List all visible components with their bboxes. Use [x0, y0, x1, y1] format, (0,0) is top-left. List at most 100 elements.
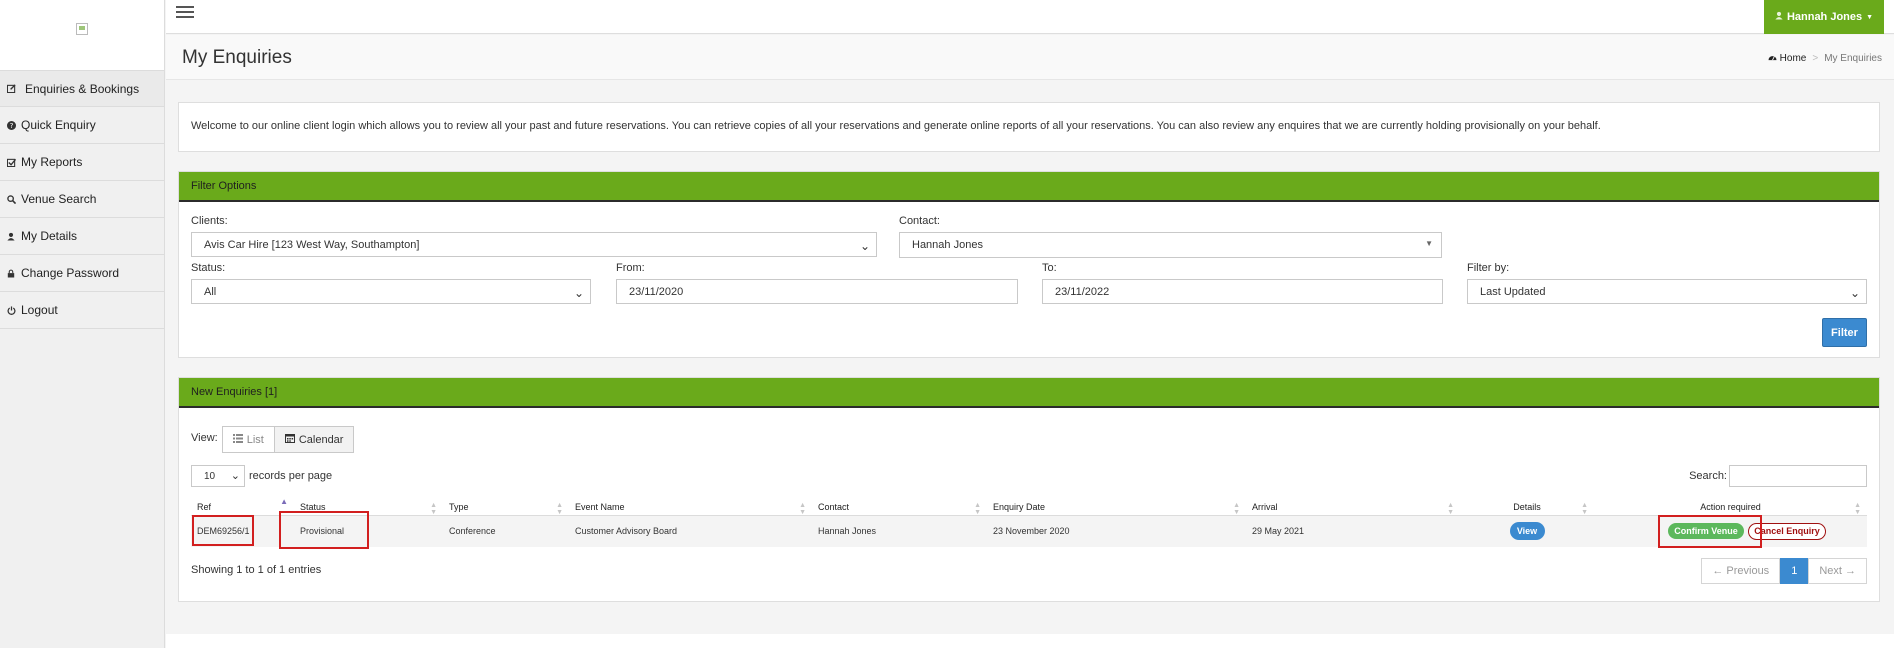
breadcrumb: Home > My Enquiries — [1768, 53, 1882, 64]
records-per-page-label: records per page — [249, 470, 333, 482]
sidebar-item-label: My Details — [21, 229, 78, 243]
question-icon: ? — [3, 120, 19, 130]
list-icon — [232, 433, 243, 446]
search-label: Search: — [1689, 470, 1727, 482]
power-icon — [3, 305, 19, 315]
sidebar-item-enquiries-bookings[interactable]: Enquiries & Bookings — [0, 70, 164, 107]
user-name: Hannah Jones — [1786, 11, 1863, 23]
breadcrumb-separator: > — [1812, 53, 1819, 64]
search-icon — [3, 194, 19, 204]
chevron-down-icon: ⌄ — [230, 470, 240, 482]
page-header: My Enquiries Home > My Enquiries — [166, 35, 1894, 80]
next-page-button[interactable]: Next → — [1808, 558, 1867, 584]
view-label: View: — [191, 431, 218, 444]
menu-toggle-icon[interactable] — [176, 6, 194, 20]
cell-arrival: 29 May 2021 — [1246, 515, 1460, 547]
pagination: ← Previous 1 Next → — [1701, 558, 1867, 584]
filter-button[interactable]: Filter — [1822, 318, 1867, 347]
table-info: Showing 1 to 1 of 1 entries — [191, 564, 322, 576]
filter-panel-title: Filter Options — [179, 172, 1879, 202]
sidebar-item-quick-enquiry[interactable]: ? Quick Enquiry — [0, 107, 164, 144]
sidebar-item-my-reports[interactable]: My Reports — [0, 144, 164, 181]
page-title: My Enquiries — [182, 47, 292, 68]
cell-action-required: Confirm Venue Cancel Enquiry — [1594, 514, 1867, 548]
previous-page-button[interactable]: ← Previous — [1701, 558, 1781, 584]
table-header-row: Ref ▲ Status ▲ ▼ Type ▲ ▼ Event Name ▲ ▼ Contac… — [191, 497, 1867, 516]
footer — [166, 634, 1894, 648]
clients-label: Clients: — [191, 215, 228, 227]
sidebar-item-label: Logout — [21, 303, 58, 317]
column-header-type[interactable]: Type ▲ ▼ — [443, 499, 569, 516]
sort-asc-icon: ▲ — [280, 497, 288, 506]
filter-by-label: Filter by: — [1467, 262, 1510, 274]
highlight-box — [192, 514, 254, 546]
sidebar-item-change-password[interactable]: Change Password — [0, 255, 164, 292]
to-label: To: — [1042, 262, 1057, 274]
sort-icon: ▲ ▼ — [1854, 502, 1861, 516]
contact-select[interactable]: Hannah Jones ▼ — [899, 232, 1442, 258]
to-date-input[interactable]: 23/11/2022 — [1042, 279, 1443, 304]
from-date-input[interactable]: 23/11/2020 — [616, 279, 1018, 304]
sort-icon: ▲ ▼ — [1447, 502, 1454, 516]
check-square-icon — [3, 158, 19, 167]
cell-status: Provisional — [279, 510, 443, 549]
column-header-event-name[interactable]: Event Name ▲ ▼ — [569, 499, 812, 516]
filter-panel: Filter Options Clients: Avis Car Hire [1… — [178, 171, 1880, 358]
sidebar-item-label: Venue Search — [21, 192, 97, 206]
caret-down-icon: ▼ — [1866, 13, 1874, 21]
page-1-button[interactable]: 1 — [1780, 558, 1809, 584]
page-length-select[interactable]: 10 ⌄ — [191, 465, 245, 487]
logo — [0, 0, 164, 70]
welcome-panel: Welcome to our online client login which… — [178, 102, 1880, 152]
view-button[interactable]: View — [1509, 522, 1545, 541]
sort-icon: ▲ ▼ — [430, 502, 437, 516]
broken-image-icon — [76, 23, 88, 35]
page-length-control: 10 ⌄ records per page — [191, 465, 332, 487]
clients-select[interactable]: Avis Car Hire [123 West Way, Southampton… — [191, 232, 877, 257]
user-menu-button[interactable]: Hannah Jones ▼ — [1764, 0, 1884, 34]
sidebar-item-my-details[interactable]: My Details — [0, 218, 164, 255]
lock-icon — [3, 269, 19, 278]
sidebar-item-label: Enquiries & Bookings — [25, 81, 140, 96]
highlight-box — [279, 510, 369, 549]
cell-details: View — [1460, 515, 1594, 547]
cell-contact: Hannah Jones — [812, 515, 987, 547]
column-header-action-required[interactable]: Action required ▲ ▼ — [1594, 499, 1867, 516]
highlight-box — [1658, 514, 1762, 548]
breadcrumb-current: My Enquiries — [1824, 53, 1882, 64]
sidebar-item-logout[interactable]: Logout — [0, 292, 164, 329]
chevron-down-icon: ⌄ — [859, 239, 870, 253]
view-toggle: View: List Calendar — [191, 426, 355, 453]
column-header-details[interactable]: Details ▲ ▼ — [1460, 499, 1594, 516]
view-calendar-button[interactable]: Calendar — [274, 426, 355, 453]
contact-label: Contact: — [899, 215, 940, 227]
table-search: Search: — [1689, 465, 1867, 487]
filter-by-select[interactable]: Last Updated ⌄ — [1467, 279, 1867, 304]
chevron-down-icon: ⌄ — [1849, 286, 1860, 300]
table-row[interactable]: DEM69256/1 Provisional Conference Custom… — [191, 510, 1867, 549]
cell-type: Conference — [443, 515, 569, 547]
column-header-enquiry-date[interactable]: Enquiry Date ▲ ▼ — [987, 499, 1246, 516]
sort-icon: ▲ ▼ — [1581, 502, 1588, 516]
breadcrumb-home[interactable]: Home — [1768, 53, 1806, 64]
calendar-icon — [284, 433, 295, 446]
welcome-text: Welcome to our online client login which… — [191, 120, 1601, 132]
chevron-down-icon: ⌄ — [573, 286, 584, 300]
sidebar-item-label: Quick Enquiry — [21, 118, 96, 132]
sidebar-item-label: My Reports — [21, 155, 83, 169]
status-select[interactable]: All ⌄ — [191, 279, 591, 304]
status-label: Status: — [191, 262, 226, 274]
enquiries-table: Ref ▲ Status ▲ ▼ Type ▲ ▼ Event Name ▲ ▼ Contac… — [191, 497, 1867, 549]
enquiries-panel-title: New Enquiries [1] — [179, 378, 1879, 408]
sort-icon: ▲ ▼ — [799, 502, 806, 516]
from-label: From: — [616, 262, 645, 274]
view-list-button[interactable]: List — [221, 426, 275, 453]
column-header-contact[interactable]: Contact ▲ ▼ — [812, 499, 987, 516]
column-header-arrival[interactable]: Arrival ▲ ▼ — [1246, 499, 1460, 516]
caret-down-icon: ▼ — [1425, 239, 1433, 248]
sidebar: Enquiries & Bookings ? Quick Enquiry My … — [0, 0, 165, 648]
sort-icon: ▲ ▼ — [974, 502, 981, 516]
cell-event-name: Customer Advisory Board — [569, 515, 812, 547]
sidebar-item-venue-search[interactable]: Venue Search — [0, 181, 164, 218]
search-input[interactable] — [1729, 465, 1867, 487]
